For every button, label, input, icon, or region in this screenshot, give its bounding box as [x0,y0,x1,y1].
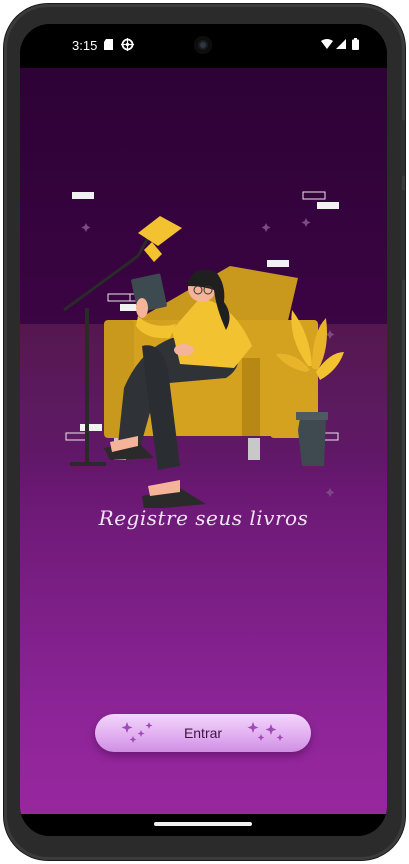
vpn-settings-icon [121,38,134,51]
app-screen: Registre seus livros Entrar [20,68,387,814]
status-bar: 3:15 [20,24,387,68]
battery-icon [352,38,359,50]
volume-button [401,190,405,280]
status-time: 3:15 [72,38,98,53]
front-camera [194,36,212,54]
wifi-icon [321,39,333,49]
sd-card-icon [104,39,113,50]
sparkles-icon [247,722,284,741]
woman-reading-in-armchair-illustration [63,191,344,508]
enter-button[interactable]: Entrar [95,714,311,752]
enter-button-label: Entrar [183,725,223,741]
app-tagline: Registre seus livros [98,506,309,530]
power-button [401,120,405,176]
cellular-signal-icon [336,39,346,49]
sparkles-icon [121,722,153,743]
screen: 3:15 Registre seus livros Entrar [20,24,387,836]
navigation-bar [20,814,387,836]
home-indicator[interactable] [154,822,252,826]
